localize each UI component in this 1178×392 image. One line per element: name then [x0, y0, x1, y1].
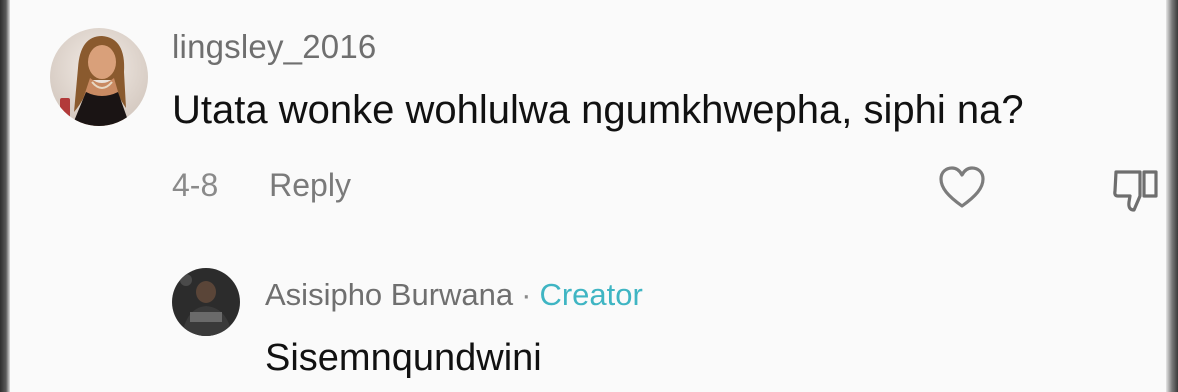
- like-button[interactable]: [938, 166, 986, 210]
- reply-username[interactable]: Asisipho Burwana: [265, 277, 513, 312]
- heart-outline-icon: [939, 166, 985, 208]
- reply-author: Asisipho Burwana · Creator: [265, 277, 643, 313]
- separator: ·: [521, 277, 532, 312]
- avatar[interactable]: [50, 28, 148, 126]
- comment-date: 4-8: [172, 167, 219, 203]
- reply-text: Sisemnqundwini: [265, 337, 542, 379]
- thumbs-down-outline-icon: [1113, 170, 1158, 212]
- avatar-photo: [50, 28, 148, 126]
- comment-text: Utata wonke wohlulwa ngumkhwepha, siphi …: [172, 88, 1024, 132]
- comment-meta: 4-8 Reply: [172, 167, 351, 204]
- creator-badge: Creator: [539, 277, 643, 312]
- reply-button[interactable]: Reply: [269, 167, 351, 204]
- dislike-button[interactable]: [1110, 166, 1162, 214]
- reply-avatar-photo: [172, 268, 240, 336]
- reply-avatar[interactable]: [172, 268, 240, 336]
- comment-username[interactable]: lingsley_2016: [172, 28, 376, 66]
- comment-item: lingsley_2016 Utata wonke wohlulwa ngumk…: [0, 0, 1178, 392]
- comment-section: lingsley_2016 Utata wonke wohlulwa ngumk…: [0, 0, 1178, 392]
